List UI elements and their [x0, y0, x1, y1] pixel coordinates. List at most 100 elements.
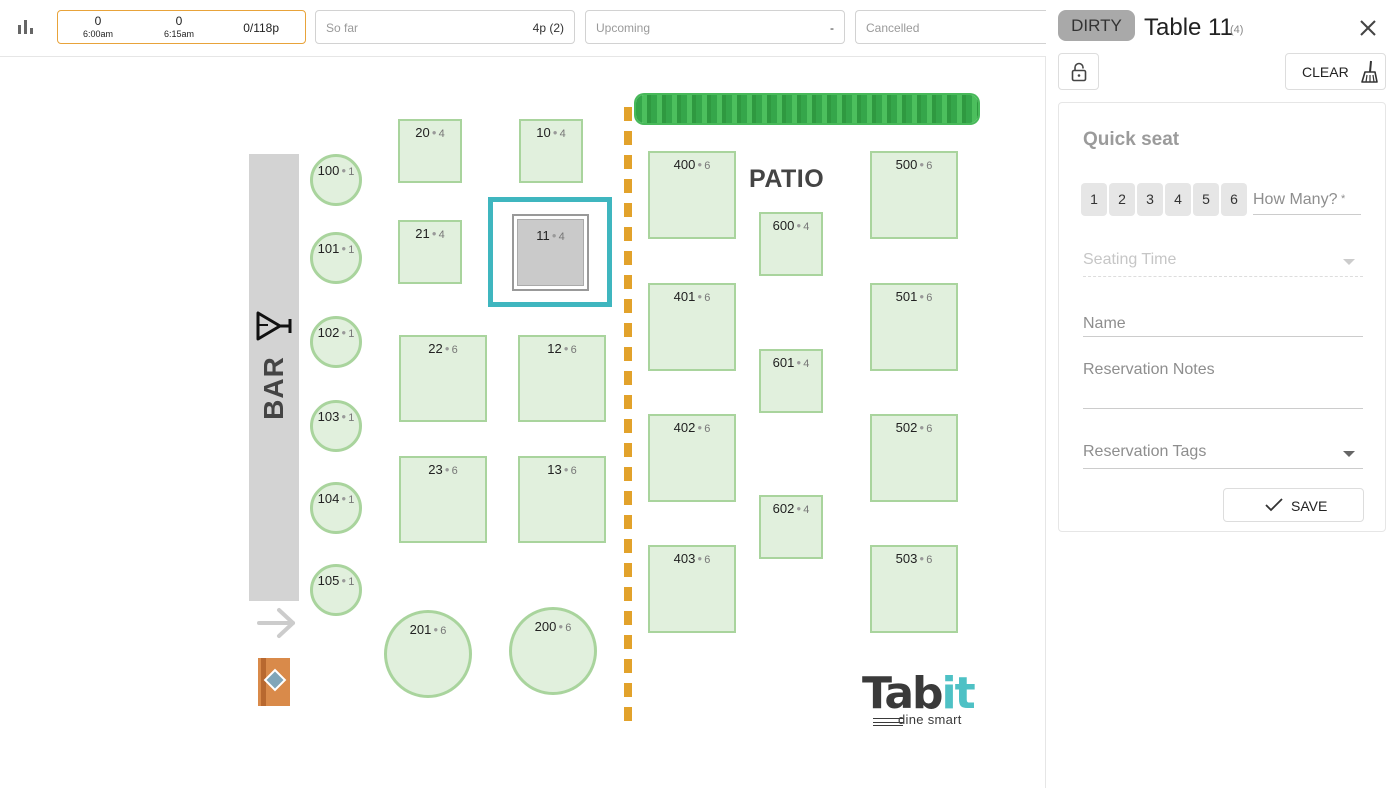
hedge	[636, 95, 978, 123]
table[interactable]: 500 ● 6	[870, 151, 958, 239]
table-number: 500	[895, 157, 918, 172]
table-number: 20	[415, 125, 430, 140]
table-seats: 6	[704, 423, 711, 435]
seating-time-select[interactable]: Seating Time	[1083, 251, 1363, 277]
table-seats: 1	[348, 412, 355, 424]
clear-button[interactable]: CLEAR	[1285, 53, 1386, 90]
table-seats: 6	[570, 465, 577, 477]
table[interactable]: 101 ● 1	[310, 232, 362, 284]
table[interactable]: 600 ● 4	[759, 212, 823, 276]
door-icon	[258, 658, 290, 706]
table[interactable]: 100 ● 1	[310, 154, 362, 206]
table[interactable]: 23 ● 6	[399, 456, 487, 543]
table[interactable]: 400 ● 6	[648, 151, 736, 239]
so-far-pill[interactable]: So far 4p (2)	[315, 10, 575, 44]
table-number: 403	[673, 551, 696, 566]
slot-count: 0	[94, 14, 102, 28]
table-selected[interactable]: 11 ● 4	[512, 214, 589, 291]
table[interactable]: 22 ● 6	[399, 335, 487, 422]
table-seats: 6	[440, 625, 447, 637]
table[interactable]: 403 ● 6	[648, 545, 736, 633]
slot-count: 0	[175, 14, 183, 28]
table-title: Table 11	[1144, 14, 1233, 41]
stats-icon[interactable]	[17, 18, 35, 36]
party-size-button[interactable]: 6	[1221, 183, 1247, 216]
table-seats: 6	[565, 622, 572, 634]
table[interactable]: 200 ● 6	[509, 607, 597, 695]
party-size-button[interactable]: 3	[1137, 183, 1163, 216]
table-number: 200	[534, 619, 557, 634]
table[interactable]: 21 ● 4	[398, 220, 462, 284]
table[interactable]: 502 ● 6	[870, 414, 958, 502]
save-button[interactable]: SAVE	[1223, 488, 1364, 522]
upcoming-value: -	[830, 21, 834, 35]
table-seats: 6	[926, 423, 933, 435]
table-seats: 4	[803, 504, 810, 516]
table[interactable]: 501 ● 6	[870, 283, 958, 371]
table-seats: 6	[451, 465, 458, 477]
party-size-button[interactable]: 1	[1081, 183, 1107, 216]
party-size-button[interactable]: 2	[1109, 183, 1135, 216]
table[interactable]: 13 ● 6	[518, 456, 606, 543]
table-seats: 6	[926, 554, 933, 566]
cancelled-label: Cancelled	[866, 21, 920, 35]
covers-total: 0/118p	[243, 21, 279, 35]
so-far-label: So far	[326, 21, 359, 35]
party-size-button[interactable]: 5	[1193, 183, 1219, 216]
table[interactable]: 601 ● 4	[759, 349, 823, 413]
table[interactable]: 12 ● 6	[518, 335, 606, 422]
table-seats: 1	[348, 166, 355, 178]
patio-divider	[624, 107, 632, 723]
table[interactable]: 503 ● 6	[870, 545, 958, 633]
tabit-logo: Tabit dine smart	[862, 672, 986, 732]
upcoming-pill[interactable]: Upcoming -	[585, 10, 845, 44]
table[interactable]: 103 ● 1	[310, 400, 362, 452]
table-seats: 4	[438, 229, 445, 241]
table-seats: 4	[438, 128, 445, 140]
table-capacity: (4)	[1230, 24, 1244, 36]
table-number: 401	[673, 289, 696, 304]
table[interactable]: 401 ● 6	[648, 283, 736, 371]
party-size-button[interactable]: 4	[1165, 183, 1191, 216]
table-number: 601	[772, 355, 795, 370]
reservation-notes-input[interactable]	[1083, 361, 1363, 409]
table[interactable]: 10 ● 4	[519, 119, 583, 183]
lock-button[interactable]	[1058, 53, 1099, 90]
table-number: 400	[673, 157, 696, 172]
table[interactable]: 104 ● 1	[310, 482, 362, 534]
slot-time: 6:00am	[82, 29, 114, 39]
table-number: 104	[317, 491, 340, 506]
logo-wordmark: Tabit	[862, 672, 976, 716]
quick-seat-card: Quick seat 1 2 3 4 5 6 * Seating Time Re…	[1058, 102, 1386, 532]
reservation-tags-label: Reservation Tags	[1083, 443, 1207, 460]
table[interactable]: 105 ● 1	[310, 564, 362, 616]
reservation-tags-select[interactable]: Reservation Tags	[1083, 443, 1363, 469]
quick-seat-title: Quick seat	[1083, 129, 1180, 150]
table-detail-panel: DIRTY Table 11 (4) CLEAR Quick seat 1 2 …	[1046, 0, 1392, 788]
clear-label: CLEAR	[1302, 64, 1349, 80]
app: 0 6:00am 0 6:15am 0/118p So far 4p (2) U…	[0, 0, 1392, 788]
table[interactable]: 602 ● 4	[759, 495, 823, 559]
table-number: 10	[536, 125, 551, 140]
now-summary-pill[interactable]: 0 6:00am 0 6:15am 0/118p	[57, 10, 306, 44]
table[interactable]: 402 ● 6	[648, 414, 736, 502]
broom-icon	[1361, 60, 1378, 83]
table-seats: 6	[451, 344, 458, 356]
table-seats: 6	[704, 554, 711, 566]
chevron-down-icon	[1343, 259, 1355, 265]
arrow-right-icon	[257, 608, 295, 638]
table-seats: 1	[348, 576, 355, 588]
time-slot: 0 6:00am	[68, 15, 128, 40]
slot-time: 6:15am	[163, 29, 195, 39]
table[interactable]: 201 ● 6	[384, 610, 472, 698]
close-icon[interactable]	[1356, 16, 1380, 40]
table[interactable]: 20 ● 4	[398, 119, 462, 183]
name-input[interactable]	[1083, 311, 1363, 337]
cancelled-pill[interactable]: Cancelled	[855, 10, 1055, 44]
table-number: 602	[772, 501, 795, 516]
seating-time-label: Seating Time	[1083, 251, 1177, 268]
table-seats: 6	[704, 292, 711, 304]
top-bar: 0 6:00am 0 6:15am 0/118p So far 4p (2) U…	[0, 0, 1055, 57]
table[interactable]: 102 ● 1	[310, 316, 362, 368]
table-seats: 4	[803, 358, 810, 370]
